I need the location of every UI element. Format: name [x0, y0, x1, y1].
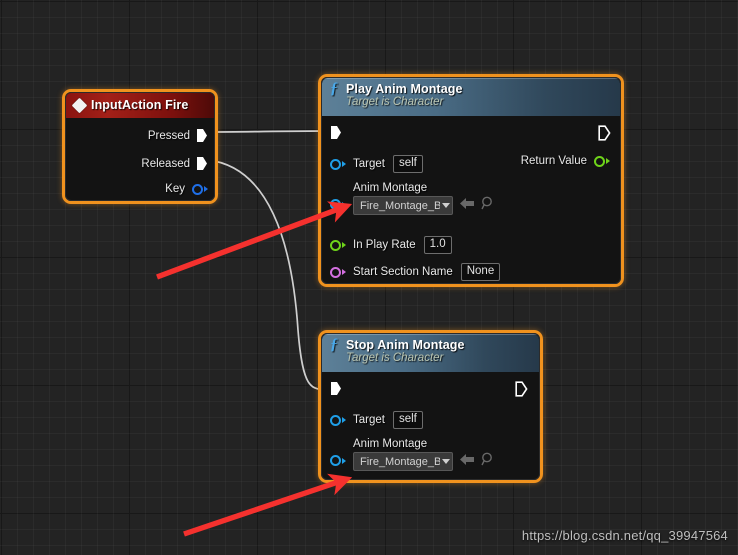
exec-pin-out[interactable]: [598, 125, 611, 141]
function-icon: ƒ: [330, 336, 338, 353]
pin-label-key: Key: [165, 183, 185, 195]
pin-label-released: Released: [141, 157, 190, 170]
arrow-to-play-anim-montage-dropdown: [156, 201, 353, 280]
exec-row-in[interactable]: [330, 381, 342, 396]
node-stop-anim-montage[interactable]: ƒ Stop Anim Montage Target is Character: [318, 330, 543, 483]
data-pin-key[interactable]: [192, 183, 208, 195]
node-play-anim-montage[interactable]: ƒ Play Anim Montage Target is Character: [318, 74, 624, 287]
pin-row-start-section-name[interactable]: Start Section Name None: [330, 263, 501, 281]
exec-pin-in[interactable]: [330, 125, 342, 140]
node-content: Target self Anim Montage Fire_Montage_BF: [322, 372, 539, 479]
anim-montage-dropdown[interactable]: Fire_Montage_BF: [353, 196, 453, 215]
target-value-box[interactable]: self: [392, 155, 423, 173]
start-section-name-value-box[interactable]: None: [460, 263, 501, 281]
node-header: InputAction Fire: [66, 93, 214, 118]
data-pin-anim-montage[interactable]: [330, 199, 346, 210]
pin-label-return-value: Return Value: [520, 155, 587, 167]
data-pin-anim-montage[interactable]: [330, 455, 346, 466]
node-body: ƒ Stop Anim Montage Target is Character: [321, 333, 540, 480]
pin-label-pressed: Pressed: [147, 129, 190, 142]
arrow-to-stop-anim-montage-dropdown: [183, 473, 353, 537]
wire-pressed-to-play: [207, 130, 331, 133]
data-pin-target[interactable]: [330, 158, 346, 170]
blueprint-graph-canvas[interactable]: InputAction Fire Pressed Released Key ƒ …: [0, 0, 738, 555]
anim-montage-dropdown-value: Fire_Montage_BF: [360, 199, 440, 212]
search-icon[interactable]: [481, 452, 495, 471]
pin-label-target: Target: [353, 414, 385, 426]
node-header: ƒ Play Anim Montage Target is Character: [322, 78, 620, 116]
pin-label-anim-montage: Anim Montage: [353, 438, 428, 450]
pin-label-target: Target: [353, 158, 385, 170]
node-header: ƒ Stop Anim Montage Target is Character: [322, 334, 539, 372]
pin-row-released[interactable]: Released: [141, 156, 208, 171]
wire-released-to-stop: [207, 159, 331, 391]
pin-row-return-value[interactable]: Return Value: [521, 155, 610, 167]
node-subtitle: Target is Character: [346, 352, 444, 364]
node-title: Play Anim Montage: [346, 82, 463, 96]
node-body: ƒ Play Anim Montage Target is Character: [321, 77, 621, 284]
exec-pin-released[interactable]: [196, 156, 208, 171]
pin-row-target[interactable]: Target self: [330, 155, 423, 173]
data-pin-start-section-name[interactable]: [330, 266, 346, 278]
pin-row-in-play-rate[interactable]: In Play Rate 1.0: [330, 236, 452, 254]
exec-row-out[interactable]: [598, 125, 611, 141]
chevron-down-icon[interactable]: [442, 459, 450, 464]
browse-to-asset-icon[interactable]: [459, 453, 475, 471]
data-pin-in-play-rate[interactable]: [330, 239, 346, 251]
pin-row-target[interactable]: Target self: [330, 411, 423, 429]
browse-to-asset-icon[interactable]: [459, 197, 475, 215]
data-pin-return-value[interactable]: [594, 155, 610, 167]
node-input-action-fire[interactable]: InputAction Fire Pressed Released Key: [62, 89, 218, 204]
function-icon: ƒ: [330, 80, 338, 97]
node-title: Stop Anim Montage: [346, 338, 465, 352]
node-title: InputAction Fire: [91, 98, 189, 112]
search-icon[interactable]: [481, 196, 495, 215]
anim-montage-dropdown[interactable]: Fire_Montage_BF: [353, 452, 453, 471]
watermark-text: https://blog.csdn.net/qq_39947564: [521, 528, 728, 543]
exec-pin-pressed[interactable]: [196, 128, 208, 143]
exec-row-out[interactable]: [515, 381, 528, 397]
node-subtitle: Target is Character: [346, 96, 444, 108]
pin-label-start-section-name: Start Section Name: [353, 266, 453, 278]
node-body: InputAction Fire Pressed Released Key: [65, 92, 215, 201]
pin-row-anim-montage[interactable]: Anim Montage Fire_Montage_BF: [330, 438, 495, 471]
pin-row-pressed[interactable]: Pressed: [148, 128, 208, 143]
exec-pin-out[interactable]: [515, 381, 528, 397]
pin-row-key[interactable]: Key: [165, 183, 208, 195]
target-value-box[interactable]: self: [392, 411, 423, 429]
chevron-down-icon[interactable]: [442, 203, 450, 208]
pin-label-anim-montage: Anim Montage: [353, 182, 428, 194]
node-content: Target self Return Value Anim Montage Fi…: [322, 116, 620, 283]
exec-pin-in[interactable]: [330, 381, 342, 396]
exec-row-in[interactable]: [330, 125, 342, 140]
node-content: Pressed Released Key: [66, 118, 214, 200]
pin-row-anim-montage[interactable]: Anim Montage Fire_Montage_BF: [330, 182, 495, 215]
input-action-diamond-icon: [71, 97, 88, 113]
pin-label-in-play-rate: In Play Rate: [353, 239, 416, 251]
in-play-rate-value-box[interactable]: 1.0: [423, 236, 452, 254]
anim-montage-dropdown-value: Fire_Montage_BF: [360, 455, 440, 468]
data-pin-target[interactable]: [330, 414, 346, 426]
